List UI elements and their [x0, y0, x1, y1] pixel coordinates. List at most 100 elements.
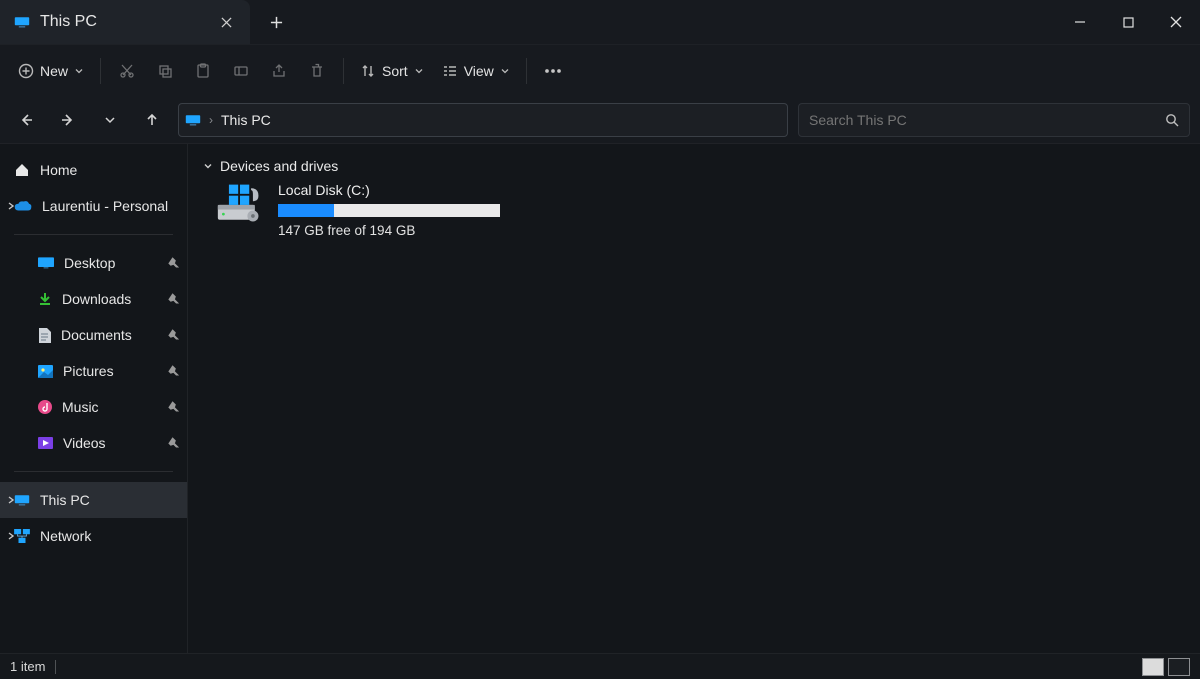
status-item-count: 1 item [10, 659, 45, 674]
window-controls [1056, 6, 1200, 38]
tab-title: This PC [40, 13, 97, 31]
drive-info: Local Disk (C:) 147 GB free of 194 GB [278, 182, 500, 238]
search-bar[interactable] [798, 103, 1190, 137]
drive-item-local-disk-c[interactable]: Local Disk (C:) 147 GB free of 194 GB [202, 182, 1186, 238]
back-button[interactable] [10, 104, 42, 136]
sidebar-item-this-pc[interactable]: This PC [0, 482, 187, 518]
minimize-button[interactable] [1056, 6, 1104, 38]
tab-close-button[interactable] [212, 8, 240, 36]
download-icon [38, 292, 52, 306]
pc-icon [14, 16, 30, 28]
drive-usage-fill [278, 204, 334, 217]
up-button[interactable] [136, 104, 168, 136]
sidebar-item-label: This PC [40, 492, 179, 508]
new-button-label: New [40, 63, 68, 79]
pin-icon [168, 363, 179, 379]
chevron-down-icon [202, 160, 214, 172]
pin-icon [168, 435, 179, 451]
paste-button[interactable] [185, 53, 221, 89]
music-icon [38, 400, 52, 414]
pin-icon [168, 255, 179, 271]
chevron-down-icon [414, 66, 424, 76]
address-row: › This PC [0, 96, 1200, 144]
breadcrumb-this-pc[interactable]: This PC [221, 112, 271, 128]
main-area: Home Laurentiu - Personal Desktop Downlo… [0, 144, 1200, 653]
sidebar-item-network[interactable]: Network [0, 518, 187, 554]
maximize-button[interactable] [1104, 6, 1152, 38]
sidebar-item-label: Network [40, 528, 179, 544]
home-icon [14, 162, 30, 178]
cut-button[interactable] [109, 53, 145, 89]
more-button[interactable] [535, 53, 571, 89]
sidebar-item-downloads[interactable]: Downloads [0, 281, 187, 317]
address-history-button[interactable] [747, 114, 759, 126]
sidebar-item-label: Downloads [62, 291, 158, 307]
toolbar-separator [100, 58, 101, 84]
sidebar-item-label: Videos [63, 435, 158, 451]
pin-icon [168, 291, 179, 307]
details-view-toggle[interactable] [1142, 658, 1164, 676]
sidebar-item-music[interactable]: Music [0, 389, 187, 425]
forward-button[interactable] [52, 104, 84, 136]
pc-icon [185, 114, 201, 126]
videos-icon [38, 437, 53, 449]
refresh-button[interactable] [765, 112, 781, 128]
sidebar-item-label: Laurentiu - Personal [42, 198, 179, 214]
toolbar-separator [343, 58, 344, 84]
sidebar-item-home[interactable]: Home [0, 152, 187, 188]
sidebar-item-onedrive[interactable]: Laurentiu - Personal [0, 188, 187, 224]
tiles-view-toggle[interactable] [1168, 658, 1190, 676]
sort-button[interactable]: Sort [352, 53, 432, 89]
delete-button[interactable] [299, 53, 335, 89]
drive-free-text: 147 GB free of 194 GB [278, 223, 500, 238]
sidebar-item-pictures[interactable]: Pictures [0, 353, 187, 389]
breadcrumb-separator: › [209, 113, 213, 127]
pictures-icon [38, 365, 53, 378]
copy-button[interactable] [147, 53, 183, 89]
view-label: View [464, 63, 494, 79]
search-icon [1165, 113, 1179, 127]
sidebar: Home Laurentiu - Personal Desktop Downlo… [0, 144, 188, 653]
share-button[interactable] [261, 53, 297, 89]
expand-icon[interactable] [4, 493, 18, 507]
pin-icon [168, 327, 179, 343]
expand-icon[interactable] [4, 529, 18, 543]
sort-label: Sort [382, 63, 408, 79]
sidebar-item-desktop[interactable]: Desktop [0, 245, 187, 281]
drive-usage-bar [278, 204, 500, 217]
drive-name: Local Disk (C:) [278, 182, 500, 198]
content-pane: Devices and drives Local Disk (C:) [188, 144, 1200, 653]
drive-icon [216, 182, 264, 226]
expand-icon[interactable] [4, 199, 18, 213]
tab-this-pc[interactable]: This PC [0, 0, 250, 44]
toolbar-separator [526, 58, 527, 84]
recent-locations-button[interactable] [94, 104, 126, 136]
sidebar-separator [14, 234, 173, 235]
status-separator [55, 660, 56, 674]
pin-icon [168, 399, 179, 415]
sidebar-separator [14, 471, 173, 472]
sidebar-item-videos[interactable]: Videos [0, 425, 187, 461]
rename-button[interactable] [223, 53, 259, 89]
document-icon [38, 328, 51, 343]
sidebar-item-label: Pictures [63, 363, 158, 379]
close-window-button[interactable] [1152, 6, 1200, 38]
group-header-label: Devices and drives [220, 158, 338, 174]
toolbar: New Sort View [0, 44, 1200, 96]
new-button[interactable]: New [10, 53, 92, 89]
sidebar-item-label: Documents [61, 327, 158, 343]
view-button[interactable]: View [434, 53, 518, 89]
chevron-down-icon [74, 66, 84, 76]
sidebar-item-label: Home [40, 162, 179, 178]
address-bar[interactable]: › This PC [178, 103, 788, 137]
sidebar-item-label: Music [62, 399, 158, 415]
title-bar: This PC [0, 0, 1200, 44]
search-input[interactable] [809, 112, 1165, 128]
status-bar: 1 item [0, 653, 1200, 679]
chevron-down-icon [500, 66, 510, 76]
new-tab-button[interactable] [256, 2, 296, 42]
sidebar-item-label: Desktop [64, 255, 158, 271]
desktop-icon [38, 257, 54, 269]
sidebar-item-documents[interactable]: Documents [0, 317, 187, 353]
group-header-devices[interactable]: Devices and drives [202, 158, 1186, 174]
